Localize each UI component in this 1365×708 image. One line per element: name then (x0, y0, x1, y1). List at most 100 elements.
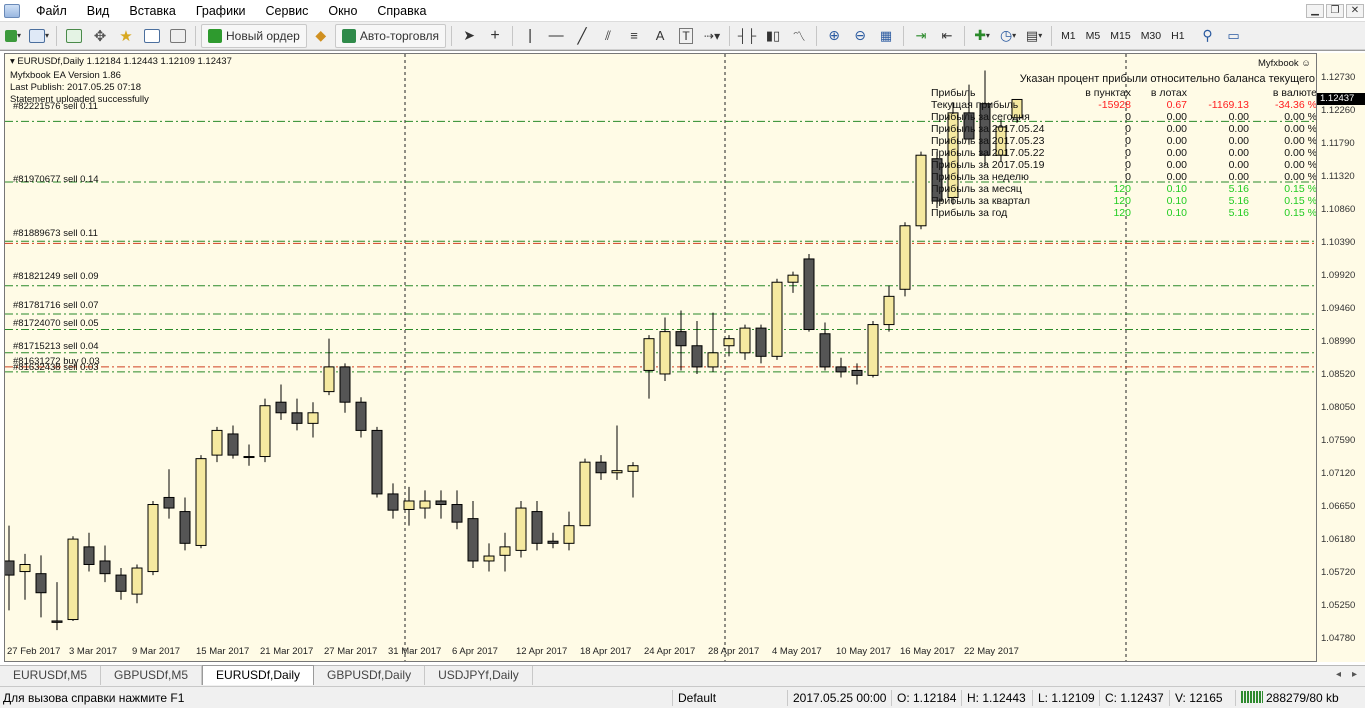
periods-icon[interactable]: ◷ ▾ (996, 24, 1020, 48)
date-label: 4 May 2017 (772, 646, 822, 657)
trendline-icon[interactable]: ╱ (570, 24, 594, 48)
timeframe-m1-button[interactable]: M1 (1056, 30, 1081, 42)
line-chart-icon[interactable]: 〽 (787, 24, 811, 48)
minimize-icon[interactable]: ▁ (1306, 4, 1324, 18)
order-label[interactable]: #81889673 sell 0.11 (13, 229, 98, 239)
terminal-icon[interactable] (140, 24, 164, 48)
order-label[interactable]: #81632438 sell 0.03 (13, 363, 99, 373)
profit-lots: 0.00 (1166, 135, 1187, 147)
price-tick: 1.05250 (1321, 599, 1356, 611)
profit-row: Прибыль за сегодня 0 0.00 0.00 0.00 % (931, 111, 1317, 123)
menu-charts[interactable]: Графики (186, 0, 256, 22)
new-order-button[interactable]: Новый ордер (201, 23, 307, 48)
price-tick: 1.07120 (1321, 467, 1356, 479)
indicators-icon[interactable]: ✚ ▾ (970, 24, 994, 48)
tab-usdjpyf-daily[interactable]: USDJPYf,Daily (425, 666, 533, 685)
new-chart-icon[interactable]: ▾ (1, 24, 25, 48)
candle-body (659, 331, 671, 375)
menu-insert[interactable]: Вставка (119, 0, 185, 22)
profit-percent: 0.00 % (1284, 147, 1317, 159)
profiles-icon[interactable]: ▾ (27, 24, 51, 48)
cursor-icon[interactable]: ➤ (457, 24, 481, 48)
menu-help[interactable]: Справка (367, 0, 436, 22)
fibonacci-icon[interactable]: ≡ (622, 24, 646, 48)
text-icon[interactable]: A (648, 24, 672, 48)
menu-tools[interactable]: Сервис (256, 0, 319, 22)
myfxbook-table-header: Прибыль в пунктах в лотах в валюте (931, 87, 1317, 99)
candlestick-icon[interactable]: ▮▯ (761, 24, 785, 48)
text-label-icon[interactable]: T (674, 24, 698, 48)
candle-body (323, 366, 335, 393)
order-label[interactable]: #81715213 sell 0.04 (13, 342, 99, 352)
profit-row: Прибыль за неделю 0 0.00 0.00 0.00 % (931, 171, 1317, 183)
candle-body (819, 333, 831, 368)
profit-percent: 0.00 % (1284, 171, 1317, 183)
order-label[interactable]: #81781716 sell 0.07 (13, 301, 99, 311)
tab-gbpusdf-daily[interactable]: GBPUSDf,Daily (314, 666, 426, 685)
equidistant-channel-icon[interactable]: ⫽ (596, 24, 620, 48)
chat-icon[interactable]: ▭ (1222, 24, 1246, 48)
profit-lots: 0.00 (1166, 159, 1187, 171)
navigator-icon[interactable]: ✥ (88, 24, 112, 48)
menu-bar: Файл Вид Вставка Графики Сервис Окно Спр… (0, 0, 1365, 22)
candle-body (787, 274, 799, 283)
candle-body (899, 225, 911, 290)
profit-percent: 0.00 % (1284, 111, 1317, 123)
menu-file[interactable]: Файл (26, 0, 77, 22)
autotrading-button[interactable]: Авто-торговля (334, 23, 447, 48)
menu-view[interactable]: Вид (77, 0, 120, 22)
connection-bars-icon (1241, 691, 1263, 703)
candle-body (547, 540, 559, 544)
ea-version-line: Myfxbook EA Version 1.86 (10, 70, 121, 81)
crosshair-icon[interactable]: + (483, 24, 507, 48)
profit-lots: 0.10 (1166, 183, 1187, 195)
profit-row-label: Прибыль за месяц (931, 183, 1022, 195)
toolbar-separator (964, 25, 966, 46)
date-label: 18 Apr 2017 (580, 646, 632, 657)
chart-canvas[interactable]: ▾ EURUSDf,Daily 1.12184 1.12443 1.12109 … (4, 53, 1317, 662)
candle-body (451, 504, 463, 523)
price-tick: 1.12260 (1321, 105, 1356, 117)
vertical-line-icon[interactable]: | (518, 24, 542, 48)
column-currency: в валюте (1272, 87, 1317, 99)
restore-icon[interactable]: ❐ (1326, 4, 1344, 18)
profit-lots: 0.00 (1166, 171, 1187, 183)
tab-gbpusdf-m5[interactable]: GBPUSDf,M5 (101, 666, 203, 685)
order-label[interactable]: #81821249 sell 0.09 (13, 272, 99, 282)
status-close: C: 1.12437 (1099, 690, 1169, 706)
timeframe-m30-button[interactable]: M30 (1136, 30, 1166, 42)
search-icon[interactable]: ⚲ (1196, 24, 1220, 48)
timeframe-m5-button[interactable]: M5 (1081, 30, 1106, 42)
profit-row: Прибыль за 2017.05.23 0 0.00 0.00 0.00 % (931, 135, 1316, 147)
auto-scroll-icon[interactable]: ⇥ (909, 24, 933, 48)
tab-scroll-right-icon[interactable]: ▸ (1352, 669, 1357, 680)
zoom-in-icon[interactable]: ⊕ (822, 24, 846, 48)
candle-body (131, 567, 143, 595)
bar-chart-icon[interactable]: ┤├ (735, 24, 759, 48)
status-open: O: 1.12184 (891, 690, 961, 706)
templates-icon[interactable]: ▤ ▾ (1022, 24, 1046, 48)
price-tick: 1.06180 (1321, 534, 1356, 546)
tab-eurusdf-m5[interactable]: EURUSDf,M5 (0, 666, 102, 685)
favorites-icon[interactable]: ★ (114, 24, 138, 48)
order-label[interactable]: #81970677 sell 0.14 (13, 175, 99, 185)
price-tick: 1.08990 (1321, 335, 1356, 347)
tile-windows-icon[interactable]: ▦ (874, 24, 898, 48)
candle-body (147, 504, 159, 573)
menu-window[interactable]: Окно (318, 0, 367, 22)
order-label[interactable]: #81724070 sell 0.05 (13, 319, 99, 329)
horizontal-line-icon[interactable]: — (544, 24, 568, 48)
close-icon[interactable]: ✕ (1346, 4, 1364, 18)
status-high: H: 1.12443 (961, 690, 1032, 706)
order-label[interactable]: #82221576 sell 0.11 (13, 102, 98, 112)
timeframe-m15-button[interactable]: M15 (1105, 30, 1135, 42)
metaeditor-icon[interactable]: ◆ (309, 24, 333, 48)
strategy-tester-icon[interactable] (166, 24, 190, 48)
tab-scroll-left-icon[interactable]: ◂ (1336, 669, 1341, 680)
zoom-out-icon[interactable]: ⊖ (848, 24, 872, 48)
market-watch-icon[interactable] (62, 24, 86, 48)
timeframe-h1-button[interactable]: H1 (1166, 30, 1189, 42)
chart-shift-icon[interactable]: ⇤ (935, 24, 959, 48)
arrows-icon[interactable]: ⇢▾ (700, 24, 724, 48)
tab-eurusdf-daily[interactable]: EURUSDf,Daily (202, 665, 315, 685)
